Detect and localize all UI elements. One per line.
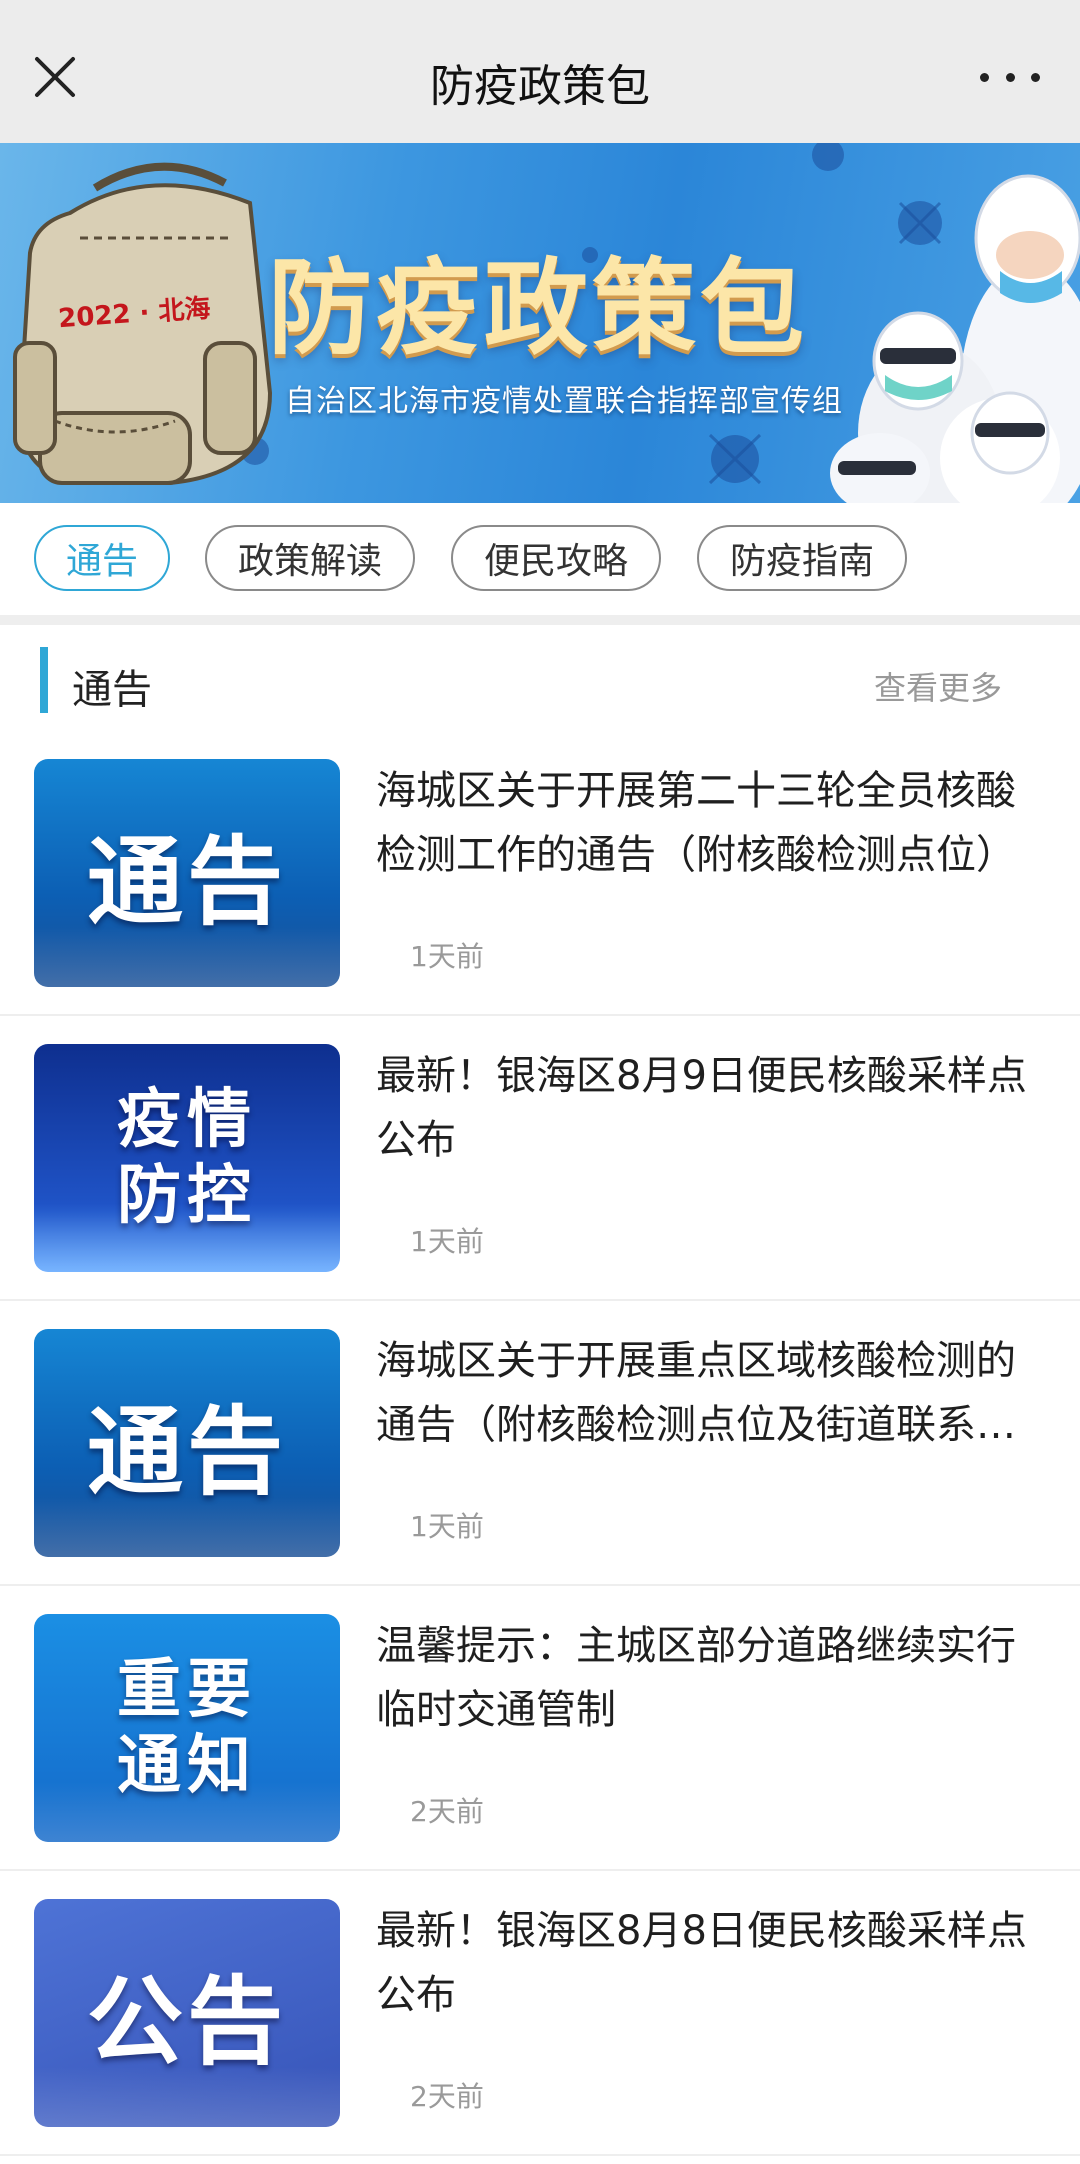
page-title: 防疫政策包: [430, 61, 650, 112]
hero-banner[interactable]: 2022 · 北海 防疫政策包 自治区北海市疫情处置联合指挥部宣传组: [0, 143, 1080, 503]
thumbnail-text: 公告: [87, 1965, 287, 2078]
item-thumbnail: 疫情防控: [34, 1044, 340, 1272]
item-timestamp: 1天前: [410, 1510, 484, 1543]
banner-subtitle: 自治区北海市疫情处置联合指挥部宣传组: [285, 384, 843, 419]
section-title: 通告: [72, 667, 152, 713]
thumbnail-text: 通告: [87, 1395, 287, 1508]
item-thumbnail: 公告: [34, 1899, 340, 2127]
item-timestamp: 2天前: [410, 2080, 484, 2113]
thumbnail-gloss: [34, 927, 340, 987]
more-button[interactable]: [980, 62, 1040, 92]
item-timestamp: 1天前: [410, 1225, 484, 1258]
list-item[interactable]: 重要通知 温馨提示：主城区部分道路继续实行临时交通管制 2天前: [0, 1586, 1080, 1871]
view-more-link[interactable]: 查看更多: [874, 663, 1002, 709]
top-nav-bar: 防疫政策包: [0, 0, 1080, 143]
item-thumbnail: 重要通知: [34, 1614, 340, 1842]
thumbnail-gloss: [34, 2067, 340, 2127]
item-title: 海城区关于开展第二十三轮全员核酸检测工作的通告（附核酸检测点位）: [376, 768, 1016, 878]
thumbnail-text: 通告: [87, 825, 287, 938]
section-accent-bar: [40, 647, 48, 713]
thumbnail-gloss: [34, 1782, 340, 1842]
more-icon-dot: [1031, 72, 1040, 82]
tab-policy-interpretation[interactable]: 政策解读: [205, 525, 415, 591]
thumbnail-gloss: [34, 1497, 340, 1557]
tab-notice[interactable]: 通告: [34, 525, 170, 591]
notice-list: 通告 海城区关于开展第二十三轮全员核酸检测工作的通告（附核酸检测点位） 1天前 …: [0, 731, 1080, 2156]
item-title: 海城区关于开展重点区域核酸检测的通告（附核酸检测点位及街道联系方式）: [376, 1338, 1016, 1448]
more-icon: [980, 72, 989, 82]
thumbnail-gloss: [34, 1212, 340, 1272]
list-item[interactable]: 通告 海城区关于开展重点区域核酸检测的通告（附核酸检测点位及街道联系方式） 1天…: [0, 1301, 1080, 1586]
list-item[interactable]: 疫情防控 最新！银海区8月9日便民核酸采样点公布 1天前: [0, 1016, 1080, 1301]
section-header: 通告 查看更多: [0, 625, 1080, 731]
tab-prevention-guide[interactable]: 防疫指南: [697, 525, 907, 591]
list-item[interactable]: 通告 海城区关于开展第二十三轮全员核酸检测工作的通告（附核酸检测点位） 1天前: [0, 731, 1080, 1016]
item-title: 温馨提示：主城区部分道路继续实行临时交通管制: [376, 1623, 1016, 1733]
category-tabs: 通告 政策解读 便民攻略 防疫指南: [0, 503, 1080, 615]
item-title: 最新！银海区8月8日便民核酸采样点公布: [376, 1908, 1027, 2018]
list-item[interactable]: 公告 最新！银海区8月8日便民核酸采样点公布 2天前: [0, 1871, 1080, 2156]
tab-convenience-guide[interactable]: 便民攻略: [451, 525, 661, 591]
medical-staff-illustration: [830, 174, 1080, 503]
banner-title: 防疫政策包: [268, 247, 809, 369]
item-thumbnail: 通告: [34, 759, 340, 987]
more-icon-dot: [1005, 72, 1015, 82]
item-timestamp: 2天前: [410, 1795, 484, 1828]
item-thumbnail: 通告: [34, 1329, 340, 1557]
item-timestamp: 1天前: [410, 940, 484, 973]
section-divider: [0, 615, 1080, 625]
item-title: 最新！银海区8月9日便民核酸采样点公布: [376, 1053, 1027, 1163]
